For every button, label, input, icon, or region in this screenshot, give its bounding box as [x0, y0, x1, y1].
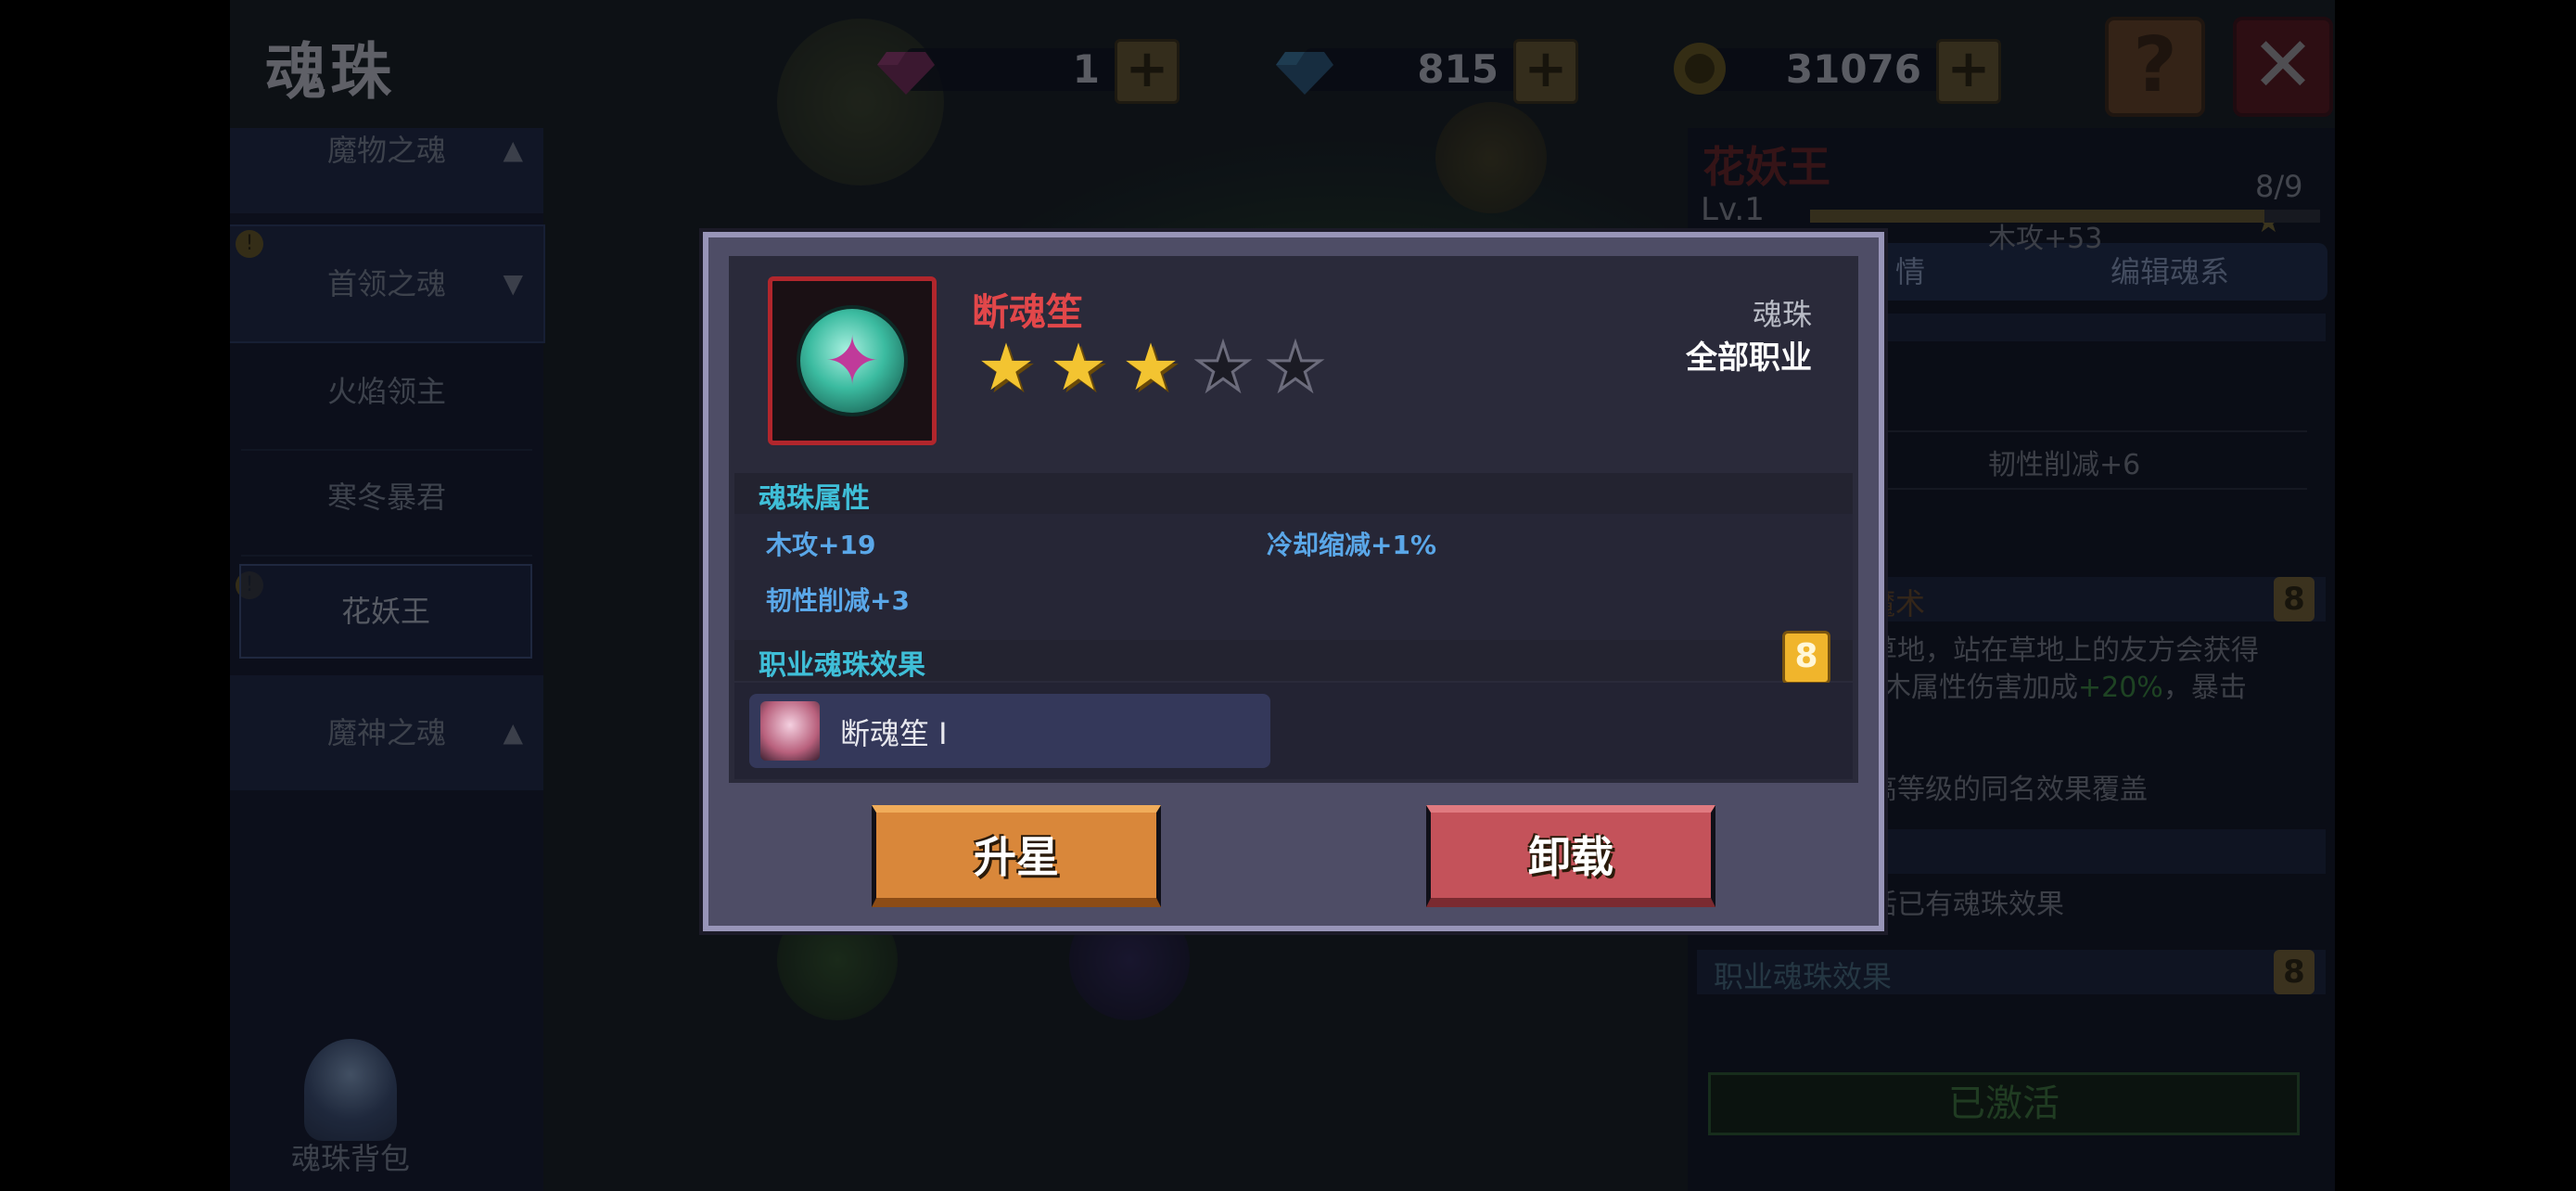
star-empty-icon: ★ — [1265, 329, 1326, 405]
page-title: 魂珠 — [265, 36, 395, 108]
soul-category-sidebar: 魔物之魂 ▲ ! 首领之魂 ▼ 火焰领主 寒冬暴君 ! 花妖王 魔神之魂 ▲ — [230, 128, 545, 1191]
soul-pearl-detail-dialog: 断魂笙 ★★★★★ 魂珠 全部职业 魂珠属性 木攻+19 冷却缩减+1% 韧性削… — [699, 228, 1888, 935]
currency-value: 31076 — [1785, 46, 1921, 92]
boss-level: Lv.1 — [1701, 191, 1765, 228]
description-text: ，暴击 — [2162, 672, 2247, 704]
item-class: 全部职业 — [1686, 339, 1812, 377]
description-line: 片草地，站在草地上的友方会获得 — [1842, 634, 2259, 667]
help-button[interactable]: ? — [2105, 17, 2205, 117]
star-progress-text: 8/9 — [2255, 169, 2303, 204]
category-boss-souls[interactable]: ! 首领之魂 ▼ — [230, 224, 545, 343]
soul-bag-button[interactable]: 魂珠背包 — [276, 1039, 425, 1178]
boss-name: 花妖王 — [1702, 142, 1830, 192]
star-empty-icon: ★ — [1192, 329, 1254, 405]
attribute-item: 韧性削减+3 — [766, 585, 910, 616]
chevron-up-icon: ▲ — [503, 134, 523, 165]
section-title: 职业魂珠效果 — [1714, 959, 1893, 994]
alert-bell-icon: ! — [236, 230, 263, 258]
description-line: 秒） — [1842, 707, 2259, 744]
dialog-content: 断魂笙 ★★★★★ 魂珠 全部职业 魂珠属性 木攻+19 冷却缩减+1% 韧性削… — [729, 256, 1858, 783]
class-effect-box: 断魂笙 Ⅰ — [734, 683, 1853, 779]
soul-pearl-icon — [800, 309, 904, 413]
section-title: 魂珠属性 — [759, 482, 870, 515]
section-title: 职业魂珠效果 — [759, 649, 925, 682]
category-demon-god-souls[interactable]: 魔神之魂 ▲ — [230, 675, 543, 790]
class-effect-header: 职业魂珠效果 — [1697, 950, 2326, 994]
stat-value: 木攻+53 — [1988, 223, 2103, 255]
currency-gold: 31076 + — [1667, 35, 2001, 104]
gold-coin-icon — [1674, 43, 1726, 95]
skill-description: 片草地，站在草地上的友方会获得 】（木属性伤害加成+20%，暴击 秒） — [1842, 633, 2259, 744]
description-highlight: +20% — [2078, 672, 2163, 704]
currency-value: 1 — [1072, 46, 1100, 92]
category-label: 魔物之魂 — [326, 133, 446, 168]
boss-item-label: 花妖王 — [340, 594, 430, 629]
category-label: 魔神之魂 — [326, 715, 446, 750]
class-effect-header: 职业魂珠效果 — [734, 640, 1853, 682]
add-gold-button[interactable]: + — [1936, 39, 2001, 104]
divider — [241, 555, 532, 557]
close-button[interactable]: ✕ — [2233, 17, 2333, 117]
currency-blue-gem: 815 + — [1272, 35, 1578, 104]
pink-gem-icon — [877, 52, 935, 95]
boss-item-winter-tyrant[interactable]: 寒冬暴君 — [230, 449, 543, 545]
add-blue-gem-button[interactable]: + — [1513, 39, 1578, 104]
boss-item-label: 寒冬暴君 — [326, 480, 446, 515]
item-type: 魂珠 — [1752, 297, 1812, 332]
attributes-list: 木攻+19 冷却缩减+1% 韧性削减+3 — [734, 514, 1853, 640]
effect-name: 断魂笙 Ⅰ — [840, 716, 948, 751]
soul-bag-icon — [304, 1039, 397, 1141]
tab-label: 编辑魂系 — [2110, 254, 2229, 289]
category-monster-souls[interactable]: 魔物之魂 ▲ — [230, 128, 543, 213]
star-filled-icon: ★ — [1049, 329, 1108, 405]
soul-pearl-icon-frame — [768, 276, 937, 445]
chevron-up-icon: ▲ — [503, 717, 523, 748]
tab-label: 情 — [1894, 254, 1925, 289]
add-pink-gem-button[interactable]: + — [1115, 39, 1180, 104]
item-name: 断魂笙 — [972, 291, 1083, 334]
star-filled-icon: ★ — [976, 329, 1036, 405]
stat-value: 韧性削减+6 — [1988, 449, 2141, 481]
attribute-item: 木攻+19 — [766, 530, 876, 560]
attribute-item: 冷却缩减+1% — [1267, 530, 1436, 560]
override-note: 更高等级的同名效果覆盖 — [1842, 774, 2148, 806]
soul-bag-label: 魂珠背包 — [290, 1141, 410, 1176]
upgrade-star-button[interactable]: 升星 — [872, 805, 1161, 907]
unload-button[interactable]: 卸载 — [1426, 805, 1715, 907]
background-orb — [1435, 102, 1547, 213]
effect-avatar — [760, 701, 820, 761]
currency-pink-gem: 1 + — [874, 35, 1180, 104]
soul-level-badge: 8 — [2274, 950, 2315, 994]
divider — [1827, 488, 2307, 490]
activated-status: 已激活 — [1708, 1072, 2300, 1135]
category-label: 首领之魂 — [326, 266, 446, 301]
star-filled-icon: ★ — [1121, 329, 1180, 405]
class-effect-chip[interactable]: 断魂笙 Ⅰ — [749, 694, 1270, 768]
attributes-header: 魂珠属性 — [734, 473, 1853, 515]
currency-value: 815 — [1417, 46, 1498, 92]
effect-level-badge[interactable]: 8 — [1782, 631, 1830, 685]
divider — [1827, 430, 2307, 432]
blue-gem-icon — [1276, 52, 1333, 95]
boss-item-label: 火焰领主 — [326, 374, 446, 409]
boss-item-flower-king[interactable]: 花妖王 — [239, 564, 532, 659]
description-line: 】（木属性伤害加成+20%，暴击 — [1842, 670, 2259, 707]
boss-item-fire-lord[interactable]: 火焰领主 — [230, 343, 543, 440]
chevron-down-icon: ▼ — [503, 268, 523, 299]
star-progress: 8/9 ★ — [2255, 169, 2335, 239]
soul-level-badge: 8 — [2274, 577, 2315, 621]
